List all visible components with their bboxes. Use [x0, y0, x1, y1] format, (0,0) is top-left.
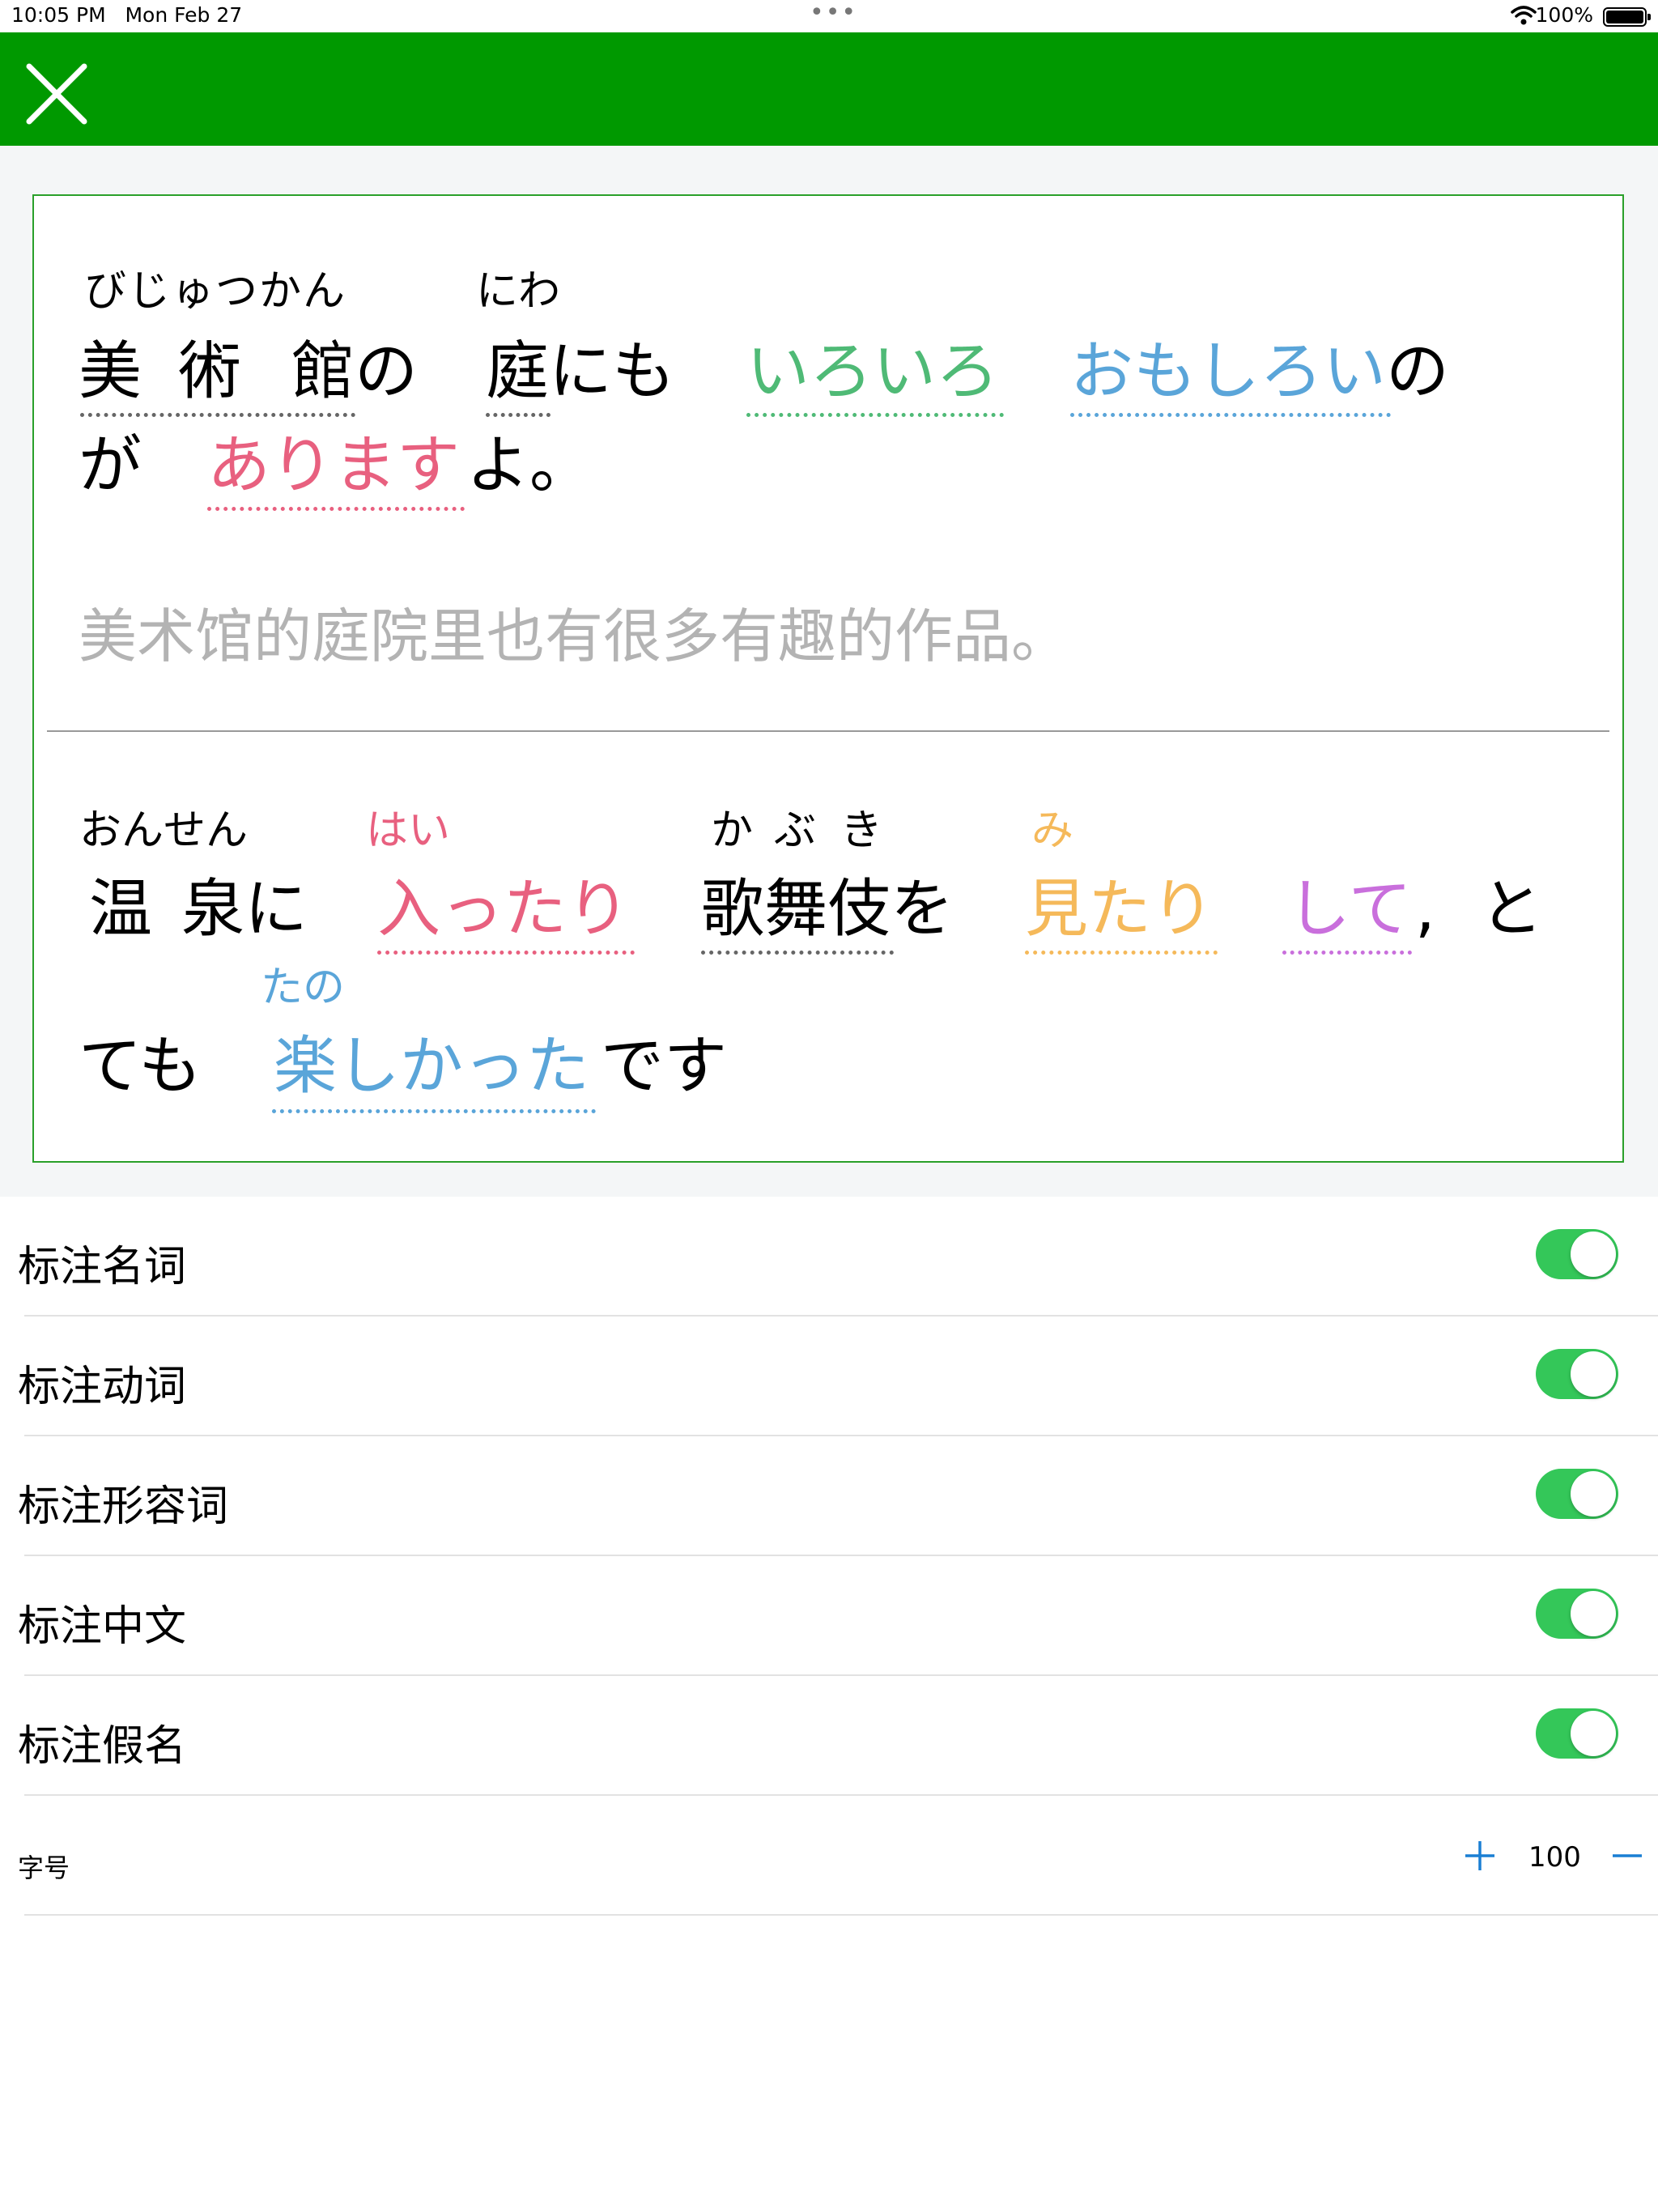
setting-label: 标注动词 [18, 1363, 187, 1411]
aux-underline [1282, 951, 1412, 955]
sentence-divider [47, 730, 1609, 732]
wifi-icon [1511, 6, 1537, 25]
word-omoshiroi[interactable]: おもしろい [1070, 340, 1386, 403]
word-on[interactable]: 温 [89, 878, 152, 941]
font-size-value: 100 [1528, 1841, 1581, 1874]
furigana-bijutsukan: びじゅつかん [84, 267, 347, 316]
font-size-label: 字号 [18, 1853, 70, 1883]
plus-icon[interactable] [1460, 1836, 1499, 1875]
word-temo: ても [79, 1030, 202, 1103]
word-niwa[interactable]: 庭 [486, 340, 549, 403]
adverb-underline [746, 413, 1004, 417]
setting-row-verb: 标注动词 [0, 1317, 1658, 1436]
setting-label: 标注形容词 [18, 1482, 229, 1531]
status-bar: 10:05 PM Mon Feb 27 ••• 100% [0, 0, 1658, 32]
battery-percentage: 100% [1535, 3, 1593, 27]
toggle-knob [1571, 1351, 1616, 1397]
word-ga: が [79, 429, 142, 502]
nav-bar [0, 32, 1658, 146]
verb-underline [1025, 951, 1218, 955]
furigana-ka: か [711, 806, 754, 855]
battery-icon [1603, 7, 1651, 27]
word-no2: の [1386, 335, 1450, 408]
word-iroiro[interactable]: いろいろ [746, 340, 999, 403]
noun-annotation-toggle[interactable] [1536, 1229, 1618, 1279]
setting-row-font-size: 字号 100 [0, 1796, 1658, 1916]
furigana-niwa: にわ [476, 267, 561, 316]
setting-label: 标注名词 [18, 1243, 187, 1291]
word-yo: よ。 [466, 429, 593, 502]
word-mitari[interactable]: 見たり [1025, 878, 1214, 941]
word-ni: に [244, 873, 308, 946]
chinese-annotation-toggle[interactable] [1536, 1589, 1618, 1639]
toggle-knob [1571, 1231, 1616, 1277]
word-kabuki[interactable]: 歌舞伎 [701, 878, 891, 941]
setting-row-chinese: 标注中文 [0, 1556, 1658, 1676]
word-shite[interactable]: して [1287, 878, 1412, 941]
word-wo: を [891, 873, 954, 946]
content-area: びじゅつかん にわ 美 術 館 の 庭 にも いろいろ おもしろい の が あり… [0, 146, 1658, 1197]
verb-annotation-toggle[interactable] [1536, 1349, 1618, 1399]
status-time: 10:05 PM Mon Feb 27 [11, 3, 243, 27]
setting-row-noun: 标注名词 [0, 1197, 1658, 1317]
verb-underline [377, 951, 635, 955]
furigana-tano: たの [261, 963, 346, 1012]
furigana-mi: み [1031, 806, 1074, 855]
close-icon[interactable] [18, 55, 96, 133]
word-to: と [1480, 873, 1544, 946]
verb-underline [207, 507, 465, 511]
noun-underline [701, 951, 894, 955]
word-no: の [355, 335, 419, 408]
word-desu: です [601, 1030, 728, 1103]
multitask-dots-icon[interactable]: ••• [810, 0, 857, 27]
adjective-underline [272, 1109, 596, 1113]
noun-underline [80, 413, 355, 417]
word-arimasu[interactable]: あります [207, 434, 460, 497]
word-haittari[interactable]: 入ったり [377, 878, 630, 941]
word-tanoshikatta[interactable]: 楽しかった [274, 1035, 589, 1098]
chinese-translation: 美术馆的庭院里也有很多有趣的作品。 [79, 602, 1070, 670]
word-sen[interactable]: 泉 [181, 878, 244, 941]
furigana-onsen: おんせん [79, 806, 249, 855]
adjective-underline [1070, 413, 1391, 417]
setting-row-kana: 标注假名 [0, 1676, 1658, 1796]
furigana-bu: ぶ [774, 806, 817, 855]
row-divider [24, 1914, 1658, 1916]
word-bi[interactable]: 美 [79, 340, 142, 403]
word-jutsu[interactable]: 術 [178, 340, 241, 403]
word-kan[interactable]: 館 [291, 340, 355, 403]
minus-icon[interactable] [1608, 1836, 1647, 1875]
setting-row-adjective: 标注形容词 [0, 1436, 1658, 1556]
adjective-annotation-toggle[interactable] [1536, 1469, 1618, 1519]
setting-label: 标注中文 [18, 1602, 187, 1651]
status-date: Mon Feb 27 [125, 3, 243, 27]
furigana-ki: き [840, 806, 883, 855]
toggle-knob [1571, 1471, 1616, 1516]
furigana-hai: はい [366, 806, 451, 855]
toggle-knob [1571, 1591, 1616, 1636]
noun-underline [486, 413, 551, 417]
toggle-knob [1571, 1711, 1616, 1756]
sentence-card: びじゅつかん にわ 美 術 館 の 庭 にも いろいろ おもしろい の が あり… [32, 194, 1624, 1163]
setting-label: 标注假名 [18, 1722, 187, 1771]
word-nimo: にも [549, 335, 676, 408]
word-comma: , [1415, 873, 1435, 946]
kana-annotation-toggle[interactable] [1536, 1708, 1618, 1759]
